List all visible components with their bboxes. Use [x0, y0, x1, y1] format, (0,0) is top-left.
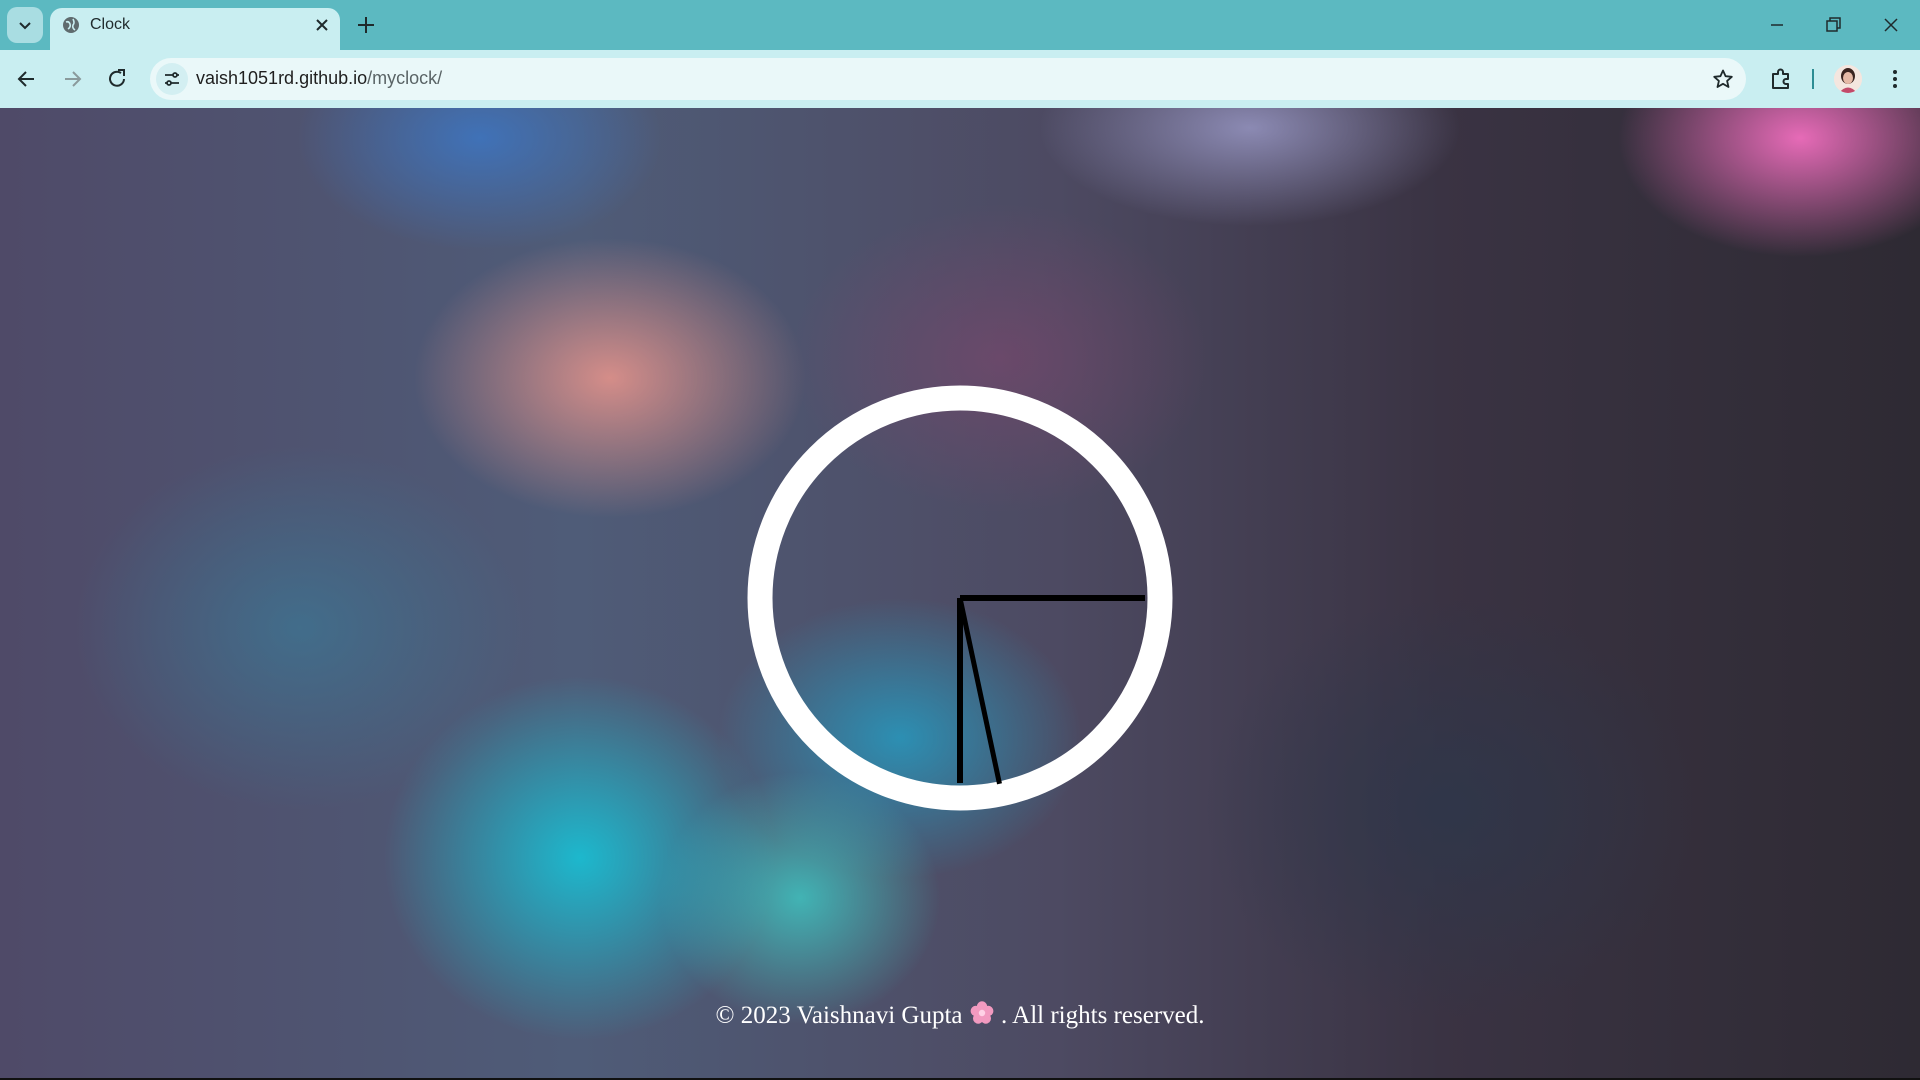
- close-icon[interactable]: [1880, 14, 1902, 36]
- url-text[interactable]: vaish1051rd.github.io/myclock/: [196, 68, 442, 89]
- tab-search-button[interactable]: [7, 7, 43, 43]
- tab-clock[interactable]: Clock: [50, 8, 340, 50]
- tab-title: Clock: [90, 16, 131, 33]
- arrow-left-icon[interactable]: [14, 66, 40, 92]
- profile-picture: [1834, 65, 1862, 93]
- reload-icon[interactable]: [104, 66, 130, 92]
- second-hand: [957, 597, 1002, 785]
- puzzle-icon[interactable]: [1768, 66, 1794, 92]
- star-icon[interactable]: [1712, 68, 1734, 90]
- address-bar[interactable]: vaish1051rd.github.io/myclock/: [150, 58, 1746, 100]
- site-info-button[interactable]: [156, 63, 188, 95]
- avatar[interactable]: [1834, 65, 1862, 93]
- close-icon[interactable]: [314, 17, 330, 33]
- toolbar-divider: [1812, 69, 1814, 89]
- copyright-footer: © 2023 Vaishnavi Gupta . All rights rese…: [0, 1000, 1920, 1030]
- rights-text: . All rights reserved.: [1001, 1002, 1205, 1029]
- copyright-text: © 2023 Vaishnavi Gupta: [715, 1002, 963, 1029]
- url-domain: vaish1051rd.github.io: [196, 68, 368, 88]
- arrow-right-icon[interactable]: [59, 66, 85, 92]
- tune-icon: [165, 72, 179, 86]
- analog-clock: [747, 385, 1173, 811]
- page-content: © 2023 Vaishnavi Gupta . All rights rese…: [0, 108, 1920, 1078]
- globe-icon: [63, 17, 79, 33]
- flower-icon: [970, 1001, 994, 1024]
- kebab-icon[interactable]: [1882, 66, 1908, 92]
- url-path: /myclock/: [367, 68, 443, 88]
- browser-toolbar: vaish1051rd.github.io/myclock/: [0, 50, 1920, 108]
- tab-strip: Clock: [0, 0, 1920, 50]
- plus-icon[interactable]: [355, 14, 377, 36]
- minimize-icon[interactable]: [1766, 14, 1788, 36]
- restore-icon[interactable]: [1822, 14, 1844, 36]
- chevron-down-icon: [19, 22, 31, 30]
